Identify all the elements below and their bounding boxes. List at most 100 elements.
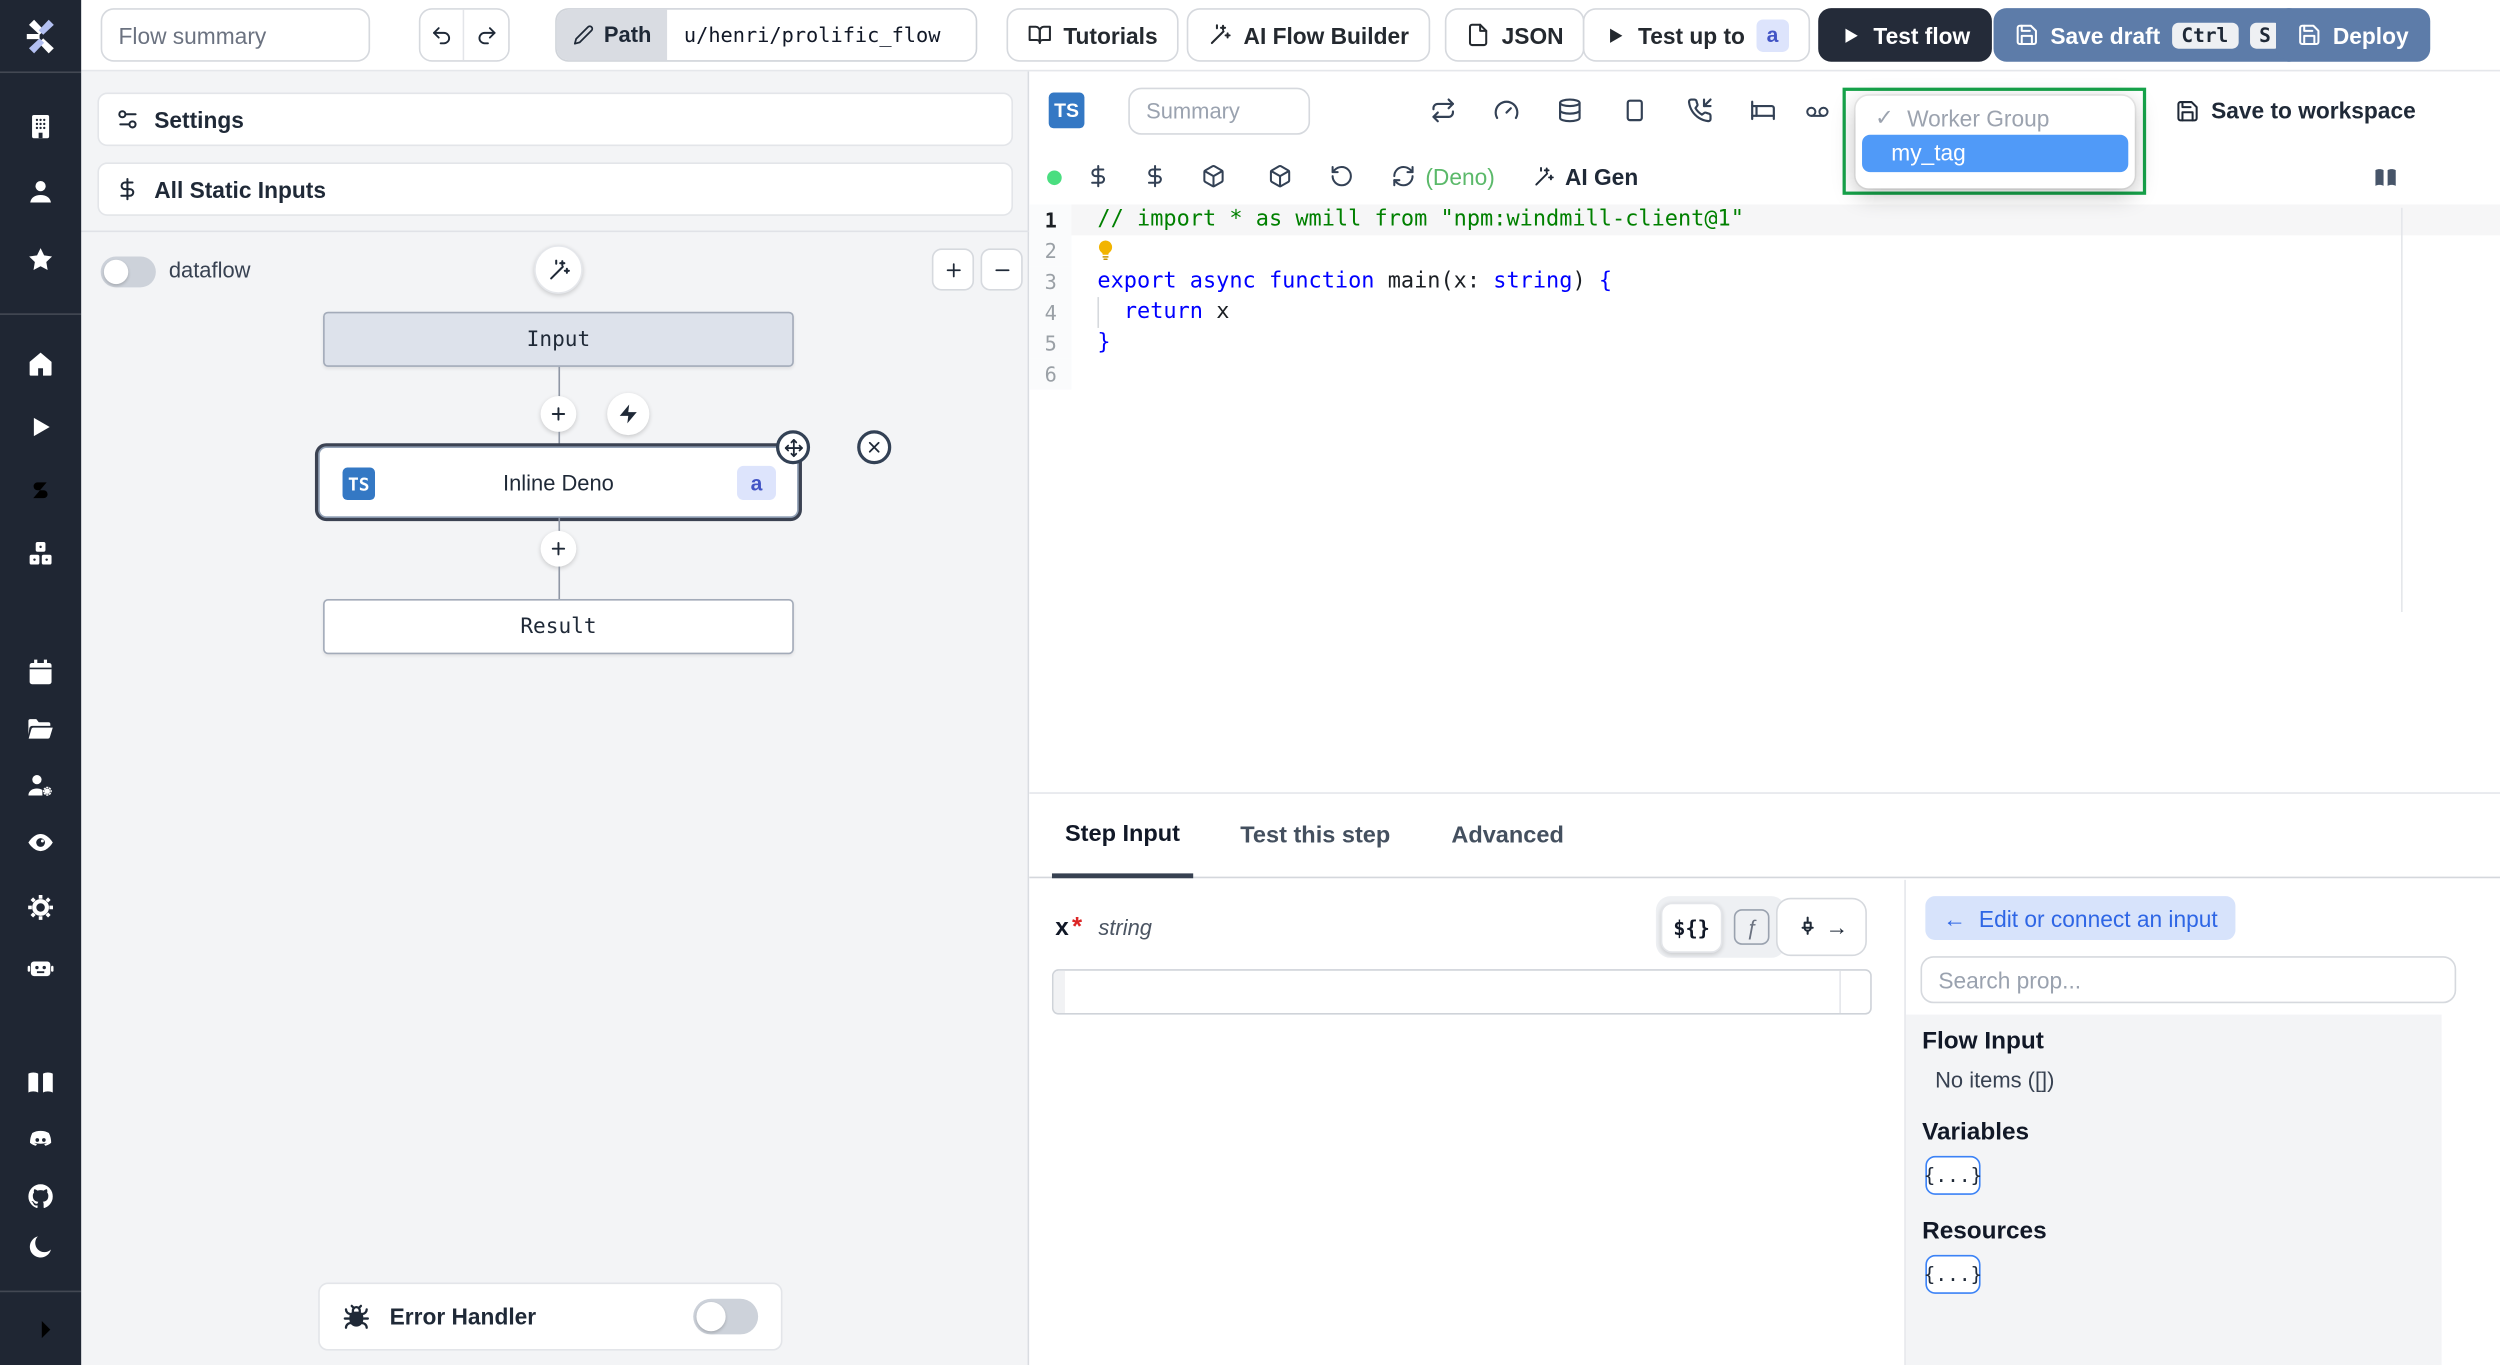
tab-advanced[interactable]: Advanced	[1438, 794, 1576, 878]
connect-input-button[interactable]: →	[1775, 897, 1867, 957]
user-icon[interactable]	[0, 177, 81, 206]
sleep-bed-icon[interactable]	[1750, 97, 1776, 123]
save-icon	[2297, 23, 2321, 47]
inline-deno-step-node[interactable]: TS Inline Deno a	[318, 430, 892, 518]
code-line[interactable]: 4 return x	[1029, 297, 2500, 328]
deploy-button[interactable]: Deploy	[2276, 8, 2430, 62]
json-button[interactable]: JSON	[1444, 8, 1585, 62]
mock-rectangle-icon[interactable]	[1622, 97, 1648, 123]
insert-step-button[interactable]	[540, 530, 577, 567]
code-line[interactable]: 6	[1029, 358, 2500, 390]
package-icon[interactable]	[1201, 164, 1225, 188]
tab-step-input[interactable]: Step Input	[1051, 794, 1194, 879]
favorites-star-icon[interactable]	[0, 245, 81, 274]
expand-sidebar-arrow-icon[interactable]	[0, 1315, 81, 1344]
flow-summary-input[interactable]	[100, 8, 371, 62]
dark-mode-moon-icon[interactable]	[0, 1232, 81, 1261]
flow-result-node[interactable]: Result	[323, 599, 794, 655]
cache-database-icon[interactable]	[1557, 97, 1583, 123]
error-handler-row[interactable]: Error Handler	[318, 1282, 783, 1351]
graph-edge	[557, 366, 560, 397]
zoom-in-button[interactable]	[931, 248, 975, 291]
workers-robot-icon[interactable]	[0, 953, 81, 982]
plus-icon	[549, 539, 568, 558]
workspace-building-icon[interactable]	[0, 112, 81, 141]
dataflow-toggle[interactable]	[100, 256, 156, 288]
resource-picker-dollar-icon[interactable]	[1143, 164, 1167, 188]
zoom-out-button[interactable]	[980, 248, 1023, 291]
move-step-button[interactable]	[775, 430, 811, 465]
sidebar-divider	[0, 71, 82, 74]
argument-value-input[interactable]	[1051, 969, 1872, 1015]
ai-flow-builder-button[interactable]: AI Flow Builder	[1186, 8, 1431, 62]
windmill-logo-icon[interactable]	[0, 15, 81, 59]
retries-repeat-icon[interactable]	[1430, 97, 1456, 123]
line-number: 4	[1029, 297, 1072, 328]
code-editor[interactable]: 1// import * as wmill from "npm:windmill…	[1029, 204, 2500, 791]
code-line[interactable]: 3 export async function main(x: string) {	[1029, 266, 2500, 298]
github-icon[interactable]	[0, 1182, 81, 1211]
delete-step-button[interactable]	[857, 430, 892, 465]
undo-button[interactable]	[420, 9, 465, 61]
code-line[interactable]: 5}	[1029, 327, 2500, 359]
template-mode-toggle[interactable]: ${}	[1660, 901, 1723, 953]
early-stop-gauge-icon[interactable]	[1494, 97, 1520, 123]
tab-test-this-step[interactable]: Test this step	[1227, 794, 1403, 878]
play-icon	[1839, 24, 1862, 47]
voicemail-tag-icon[interactable]	[1805, 101, 1829, 125]
schedules-calendar-icon[interactable]	[0, 657, 81, 686]
trigger-zap-button[interactable]	[607, 392, 650, 436]
settings-gear-icon[interactable]	[0, 893, 81, 922]
function-mode-toggle[interactable]: ƒ	[1733, 909, 1770, 945]
step-summary-input[interactable]	[1128, 87, 1311, 135]
suspend-phone-incoming-icon[interactable]	[1687, 97, 1713, 123]
play-icon	[1604, 24, 1627, 47]
worker-group-option[interactable]: ✓ Worker Group	[1856, 96, 2135, 135]
resources-chip[interactable]: {...}	[1924, 1254, 1982, 1294]
redo-button[interactable]	[464, 9, 509, 61]
runs-play-icon[interactable]	[0, 412, 81, 441]
step-node-label: Inline Deno	[503, 469, 614, 495]
ai-gen-button[interactable]: AI Gen	[1532, 164, 1638, 190]
docs-book-icon[interactable]	[2373, 166, 2397, 190]
path-value-input[interactable]	[667, 9, 977, 61]
checkmark-icon: ✓	[1875, 103, 1895, 130]
sidebar-divider	[0, 313, 82, 315]
code-line[interactable]: 1// import * as wmill from "npm:windmill…	[1029, 204, 2500, 236]
groups-users-cog-icon[interactable]	[0, 771, 81, 800]
variables-dollar-icon[interactable]	[0, 476, 81, 505]
panel-divider	[81, 230, 1030, 233]
test-up-to-button[interactable]: Test up to a	[1582, 8, 1810, 62]
toggle-knob	[696, 1301, 726, 1332]
package-icon[interactable]	[1268, 164, 1292, 188]
code-line[interactable]: 2	[1029, 235, 2500, 267]
reset-rotate-ccw-icon[interactable]	[1330, 164, 1354, 188]
variables-chip[interactable]: {...}	[1924, 1155, 1982, 1195]
home-icon[interactable]	[0, 349, 81, 378]
line-number: 1	[1029, 204, 1072, 236]
tutorials-button[interactable]: Tutorials	[1006, 8, 1179, 62]
save-to-workspace-button[interactable]: Save to workspace	[2175, 97, 2416, 123]
test-flow-label: Test flow	[1873, 21, 1971, 48]
discord-icon[interactable]	[0, 1125, 81, 1154]
test-flow-button[interactable]: Test flow	[1818, 8, 1992, 62]
ai-wand-button[interactable]	[534, 245, 583, 294]
path-edit-button[interactable]: Path	[556, 9, 668, 61]
argument-name: x	[1055, 913, 1069, 942]
audit-logs-eye-icon[interactable]	[0, 828, 81, 857]
selected-tag-option[interactable]: my_tag	[1862, 134, 2129, 173]
prop-search-input[interactable]	[1920, 956, 2457, 1004]
save-draft-button[interactable]: Save draft Ctrl S	[1993, 8, 2302, 62]
reload-refresh-icon[interactable]	[1391, 164, 1415, 188]
error-handler-toggle[interactable]	[693, 1298, 759, 1335]
docs-book-icon[interactable]	[0, 1068, 81, 1097]
edit-or-connect-button[interactable]: ← Edit or connect an input	[1925, 896, 2236, 940]
folders-icon[interactable]	[0, 714, 81, 743]
variable-picker-dollar-icon[interactable]	[1086, 164, 1110, 188]
insert-step-button[interactable]	[540, 396, 577, 432]
wand-icon	[546, 257, 570, 281]
all-static-inputs-row[interactable]: All Static Inputs	[97, 162, 1014, 216]
flow-input-node[interactable]: Input	[323, 311, 794, 367]
resources-boxes-icon[interactable]	[0, 539, 81, 568]
flow-settings-row[interactable]: Settings	[97, 92, 1014, 147]
